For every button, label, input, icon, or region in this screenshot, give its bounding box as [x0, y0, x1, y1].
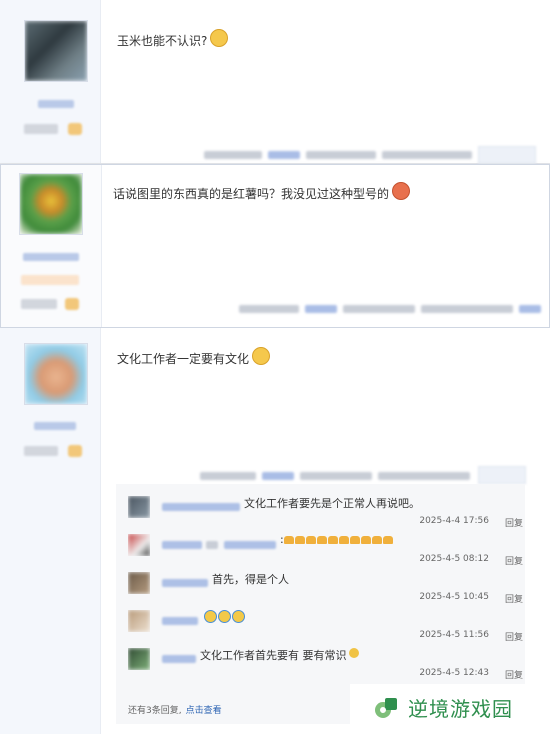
sub-reply-time: 2025-4-5 10:45	[419, 592, 489, 602]
reply-button[interactable]	[478, 146, 536, 164]
honor-badge	[68, 445, 82, 457]
view-more-link[interactable]: 点击查看	[186, 706, 222, 716]
sub-reply-button[interactable]: 回复	[505, 668, 523, 681]
sub-reply-text: 文化工作者首先要有 要有常识	[200, 647, 360, 663]
post-content: 文化工作者一定要有文化	[117, 346, 271, 369]
watermark: 逆境游戏园	[350, 684, 550, 734]
thumb-icon	[316, 536, 327, 544]
level-badge	[21, 275, 79, 285]
sub-reply: 首先，得是个人 2025-4-5 10:45 回复	[128, 572, 523, 610]
thumb-icon	[349, 536, 360, 544]
sub-reply-button[interactable]: 回复	[505, 592, 523, 605]
avatar[interactable]	[128, 534, 150, 556]
client-link[interactable]	[262, 472, 294, 480]
sub-reply: : 2025-4-5 08:12 回复	[128, 533, 523, 572]
post-meta	[306, 151, 376, 159]
smile-emoji-icon	[210, 28, 229, 47]
sub-reply-author[interactable]	[162, 655, 196, 663]
thumb-icon	[327, 536, 338, 544]
sub-reply: 文化工作者首先要有 要有常识 2025-4-5 12:43 回复	[128, 648, 523, 686]
honor-badge	[68, 123, 82, 135]
avatar[interactable]	[128, 610, 150, 632]
avatar[interactable]	[128, 572, 150, 594]
author-name[interactable]	[34, 422, 76, 430]
sub-reply-time: 2025-4-5 12:43	[419, 668, 489, 678]
post-meta	[239, 305, 299, 313]
sub-reply-author[interactable]	[206, 541, 218, 549]
sub-reply-button[interactable]: 回复	[505, 630, 523, 643]
level-badge	[21, 299, 57, 309]
sub-reply-text	[204, 609, 246, 623]
thumb-icon	[305, 536, 316, 544]
crying-emoji-icon	[218, 609, 231, 623]
post-2: 话说图里的东西真的是红薯吗？我没见过这种型号的	[0, 164, 550, 328]
post-meta	[300, 472, 372, 480]
reply-button[interactable]	[478, 466, 526, 484]
thumb-icon	[371, 536, 382, 544]
post-meta	[343, 305, 415, 313]
thumb-icon	[294, 536, 305, 544]
client-link[interactable]	[268, 151, 300, 159]
smile-emoji-icon	[252, 346, 271, 365]
sub-reply-button[interactable]: 回复	[505, 516, 523, 529]
sub-reply-author[interactable]	[162, 579, 208, 587]
watermark-text: 逆境游戏园	[408, 697, 513, 721]
watermark-logo-icon	[375, 698, 397, 718]
sub-reply-button[interactable]: 回复	[505, 554, 523, 567]
sub-reply-author[interactable]	[162, 617, 198, 625]
thumb-icon	[338, 536, 349, 544]
post-1: 玉米也能不认识?	[0, 0, 550, 164]
post-meta	[421, 305, 513, 313]
post-content: 话说图里的东西真的是红薯吗？我没见过这种型号的	[113, 181, 411, 204]
sub-reply-author[interactable]	[224, 541, 276, 549]
post-meta	[200, 472, 256, 480]
thumb-icon	[382, 536, 393, 544]
sub-reply-text: :	[280, 533, 394, 546]
author-name[interactable]	[23, 253, 79, 261]
reply-button[interactable]	[519, 305, 541, 313]
post-3: 文化工作者一定要有文化 文化工作者要先是个正常人再说吧。 2025-4-4 17…	[0, 328, 550, 734]
sub-reply: 文化工作者要先是个正常人再说吧。 2025-4-4 17:56 回复	[128, 496, 523, 534]
sub-reply-author[interactable]	[162, 503, 240, 511]
sub-reply-text: 首先，得是个人	[212, 573, 289, 586]
avatar[interactable]	[128, 648, 150, 670]
thumb-icon	[283, 536, 294, 544]
sub-reply-time: 2025-4-5 11:56	[419, 630, 489, 640]
avatar[interactable]	[24, 343, 88, 405]
post-content: 玉米也能不认识?	[117, 28, 229, 51]
honor-badge	[65, 298, 79, 310]
author-name[interactable]	[38, 100, 74, 108]
post-meta	[204, 151, 262, 159]
more-replies: 还有3条回复, 点击查看	[128, 706, 222, 716]
avatar[interactable]	[128, 496, 150, 518]
level-badge	[24, 446, 58, 456]
sub-reply-text: 文化工作者要先是个正常人再说吧。	[244, 497, 420, 510]
sub-reply-time: 2025-4-4 17:56	[419, 516, 489, 526]
avatar[interactable]	[19, 173, 83, 235]
sub-reply-author[interactable]	[162, 541, 202, 549]
post-meta	[378, 472, 470, 480]
client-link[interactable]	[305, 305, 337, 313]
sub-reply-time: 2025-4-5 08:12	[419, 554, 489, 564]
crying-emoji-icon	[204, 609, 217, 623]
sub-reply: 2025-4-5 11:56 回复	[128, 609, 523, 648]
level-badge	[24, 124, 58, 134]
angry-emoji-icon	[392, 181, 411, 200]
crying-emoji-icon	[232, 609, 245, 623]
thumb-icon	[360, 536, 371, 544]
smile-emoji-icon	[348, 648, 359, 658]
avatar[interactable]	[24, 20, 88, 82]
post-meta	[382, 151, 472, 159]
